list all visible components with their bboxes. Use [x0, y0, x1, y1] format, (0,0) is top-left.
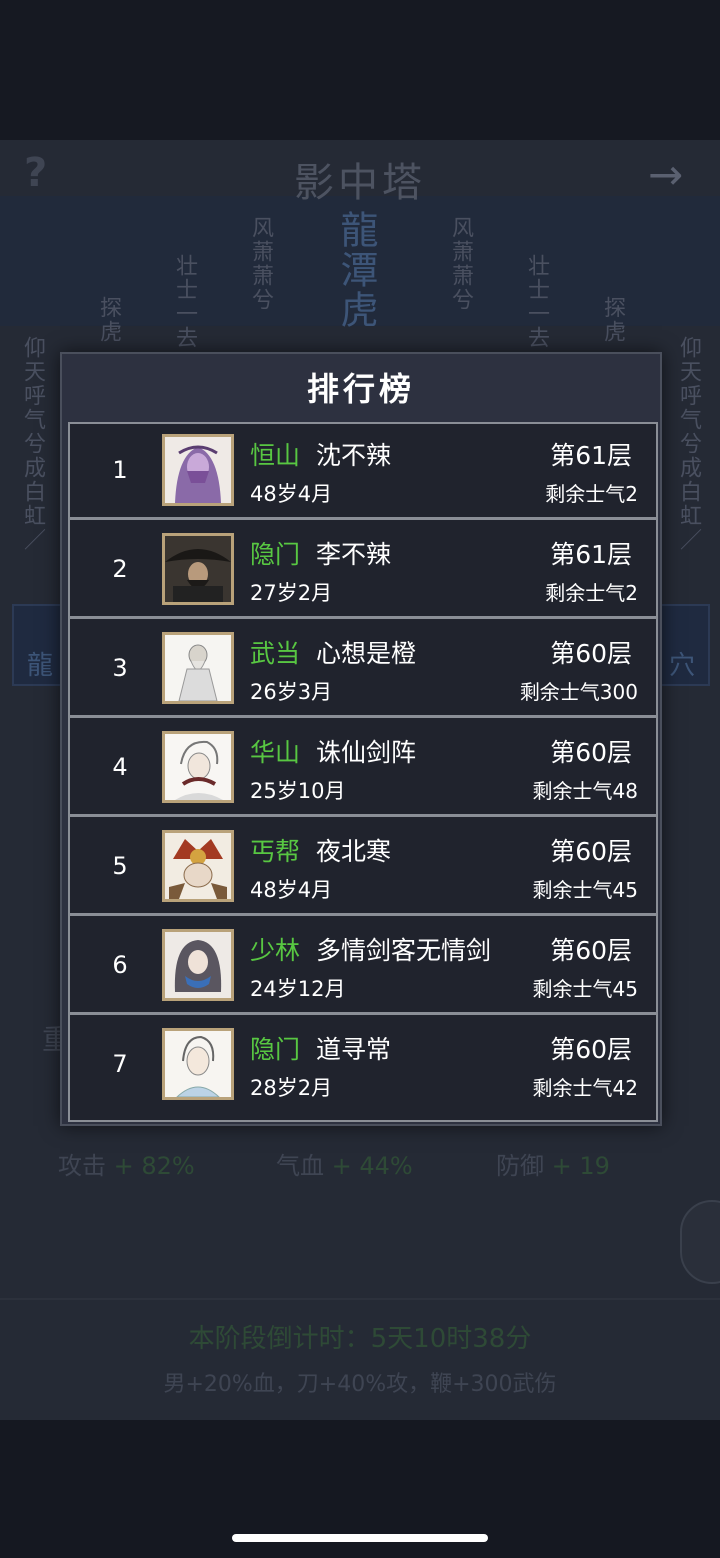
leaderboard-row[interactable]: 3 武当 心想是橙 26岁3月 第60层 剩余士气300 — [70, 622, 656, 718]
leaderboard-row[interactable]: 1 恒山 沈不辣 48岁4月 第61层 剩余士气2 — [70, 424, 656, 520]
leaderboard-list[interactable]: 1 恒山 沈不辣 48岁4月 第61层 剩余士气2 2 隐门 李不辣 27岁2月… — [68, 422, 658, 1122]
floor-level: 第61层 — [550, 540, 632, 569]
poem-column: 壮士一去 — [172, 254, 197, 350]
sect-label: 华山 — [250, 738, 301, 767]
stat-defense-value: + 19 — [551, 1152, 610, 1180]
remaining-morale: 剩余士气45 — [532, 878, 638, 902]
sect-label: 武当 — [250, 639, 301, 668]
stage-countdown: 本阶段倒计时：5天10时38分 — [188, 1324, 532, 1354]
stat-defense-label: 防御 — [496, 1152, 544, 1180]
player-age: 26岁3月 — [250, 680, 333, 704]
poem-column-center: 龍潭虎 — [334, 210, 378, 330]
remaining-morale: 剩余士气42 — [532, 1076, 638, 1100]
avatar[interactable] — [162, 434, 234, 506]
floor-level: 第61层 — [550, 441, 632, 470]
floor-level: 第60层 — [550, 738, 632, 767]
top-dark-area — [0, 0, 720, 140]
arrow-right-icon[interactable]: → — [648, 150, 683, 199]
rank-number: 5 — [112, 852, 128, 880]
floor-level: 第60层 — [550, 1035, 632, 1064]
scarf-swordsman-portrait-icon — [165, 932, 231, 998]
young-scholar-portrait-icon — [165, 1031, 231, 1097]
sect-label: 恒山 — [250, 441, 301, 470]
remaining-morale: 剩余士气2 — [545, 482, 638, 506]
home-indicator[interactable] — [232, 1534, 488, 1542]
tower-title: 影中塔 — [294, 160, 426, 206]
leaderboard-modal: 排行榜 1 恒山 沈不辣 48岁4月 第61层 剩余士气2 2 隐门 李不辣 2… — [60, 352, 662, 1126]
poem-column: 仰天呼气兮成白虹／ — [20, 336, 45, 552]
avatar[interactable] — [162, 731, 234, 803]
poem-column: 仰天呼气兮成白虹／ — [676, 336, 701, 552]
sect-label: 隐门 — [250, 1035, 301, 1064]
remaining-morale: 剩余士气45 — [532, 977, 638, 1001]
poem-column: 壮士一去 — [524, 254, 549, 350]
rank-number: 1 — [112, 456, 128, 484]
player-name: 李不辣 — [316, 540, 392, 569]
leaderboard-row[interactable]: 2 隐门 李不辣 27岁2月 第61层 剩余士气2 — [70, 523, 656, 619]
leaderboard-row[interactable]: 7 隐门 道寻常 28岁2月 第60层 剩余士气42 — [70, 1018, 656, 1114]
remaining-morale: 剩余士气48 — [532, 779, 638, 803]
remaining-morale: 剩余士气300 — [519, 680, 638, 704]
poem-column: 风萧萧兮 — [248, 216, 273, 312]
divider — [0, 1298, 720, 1300]
rank-number: 2 — [112, 555, 128, 583]
leaderboard-row[interactable]: 6 少林 多情剑客无情剑 24岁12月 第60层 剩余士气45 — [70, 919, 656, 1015]
rank-number: 4 — [112, 753, 128, 781]
stat-attack: 攻击 + 82% — [58, 1146, 195, 1181]
leaderboard-row[interactable]: 5 丐帮 夜北寒 48岁4月 第60层 剩余士气45 — [70, 820, 656, 916]
poem-column: 风萧萧兮 — [448, 216, 473, 312]
rank-number: 7 — [112, 1050, 128, 1078]
player-age: 28岁2月 — [250, 1076, 333, 1100]
floor-level: 第60层 — [550, 936, 632, 965]
player-name: 沈不辣 — [316, 441, 392, 470]
leaderboard-title: 排行榜 — [306, 370, 415, 408]
player-name: 诛仙剑阵 — [316, 738, 417, 767]
rank-number: 3 — [112, 654, 128, 682]
old-sage-portrait-icon — [165, 635, 231, 701]
player-name: 心想是橙 — [316, 639, 417, 668]
avatar[interactable] — [162, 1028, 234, 1100]
stat-hp-label: 气血 — [276, 1152, 324, 1180]
stat-attack-value: + 82% — [113, 1152, 195, 1180]
avatar[interactable] — [162, 929, 234, 1001]
stat-attack-label: 攻击 — [58, 1152, 106, 1180]
stat-hp-value: + 44% — [331, 1152, 413, 1180]
avatar[interactable] — [162, 830, 234, 902]
poem-column: 探虎 — [600, 296, 625, 344]
player-name: 道寻常 — [316, 1035, 392, 1064]
avatar[interactable] — [162, 533, 234, 605]
rank-number: 6 — [112, 951, 128, 979]
sect-label: 丐帮 — [250, 837, 301, 866]
straw-hat-portrait-icon — [165, 536, 231, 602]
sect-label: 隐门 — [250, 540, 301, 569]
white-hair-portrait-icon — [165, 734, 231, 800]
purple-masked-portrait-icon — [165, 437, 231, 503]
player-age: 24岁12月 — [250, 977, 346, 1001]
leaderboard-row[interactable]: 4 华山 诛仙剑阵 25岁10月 第60层 剩余士气48 — [70, 721, 656, 817]
player-age: 48岁4月 — [250, 482, 333, 506]
side-scroll-button[interactable] — [680, 1200, 720, 1284]
floor-level: 第60层 — [550, 837, 632, 866]
cave-box-right[interactable]: 穴 — [654, 604, 710, 686]
floor-level: 第60层 — [550, 639, 632, 668]
avatar[interactable] — [162, 632, 234, 704]
player-age: 27岁2月 — [250, 581, 333, 605]
sect-label: 少林 — [250, 936, 301, 965]
player-name: 多情剑客无情剑 — [316, 936, 492, 965]
player-age: 48岁4月 — [250, 878, 333, 902]
poem-column: 探虎 — [96, 296, 121, 344]
stat-defense: 防御 + 19 — [496, 1146, 610, 1181]
stat-hp: 气血 + 44% — [276, 1146, 413, 1181]
armored-warrior-portrait-icon — [165, 833, 231, 899]
stage-bonus: 男+20%血，刀+40%攻，鞭+300武伤 — [163, 1372, 557, 1397]
player-name: 夜北寒 — [316, 837, 392, 866]
player-age: 25岁10月 — [250, 779, 346, 803]
remaining-morale: 剩余士气2 — [545, 581, 638, 605]
